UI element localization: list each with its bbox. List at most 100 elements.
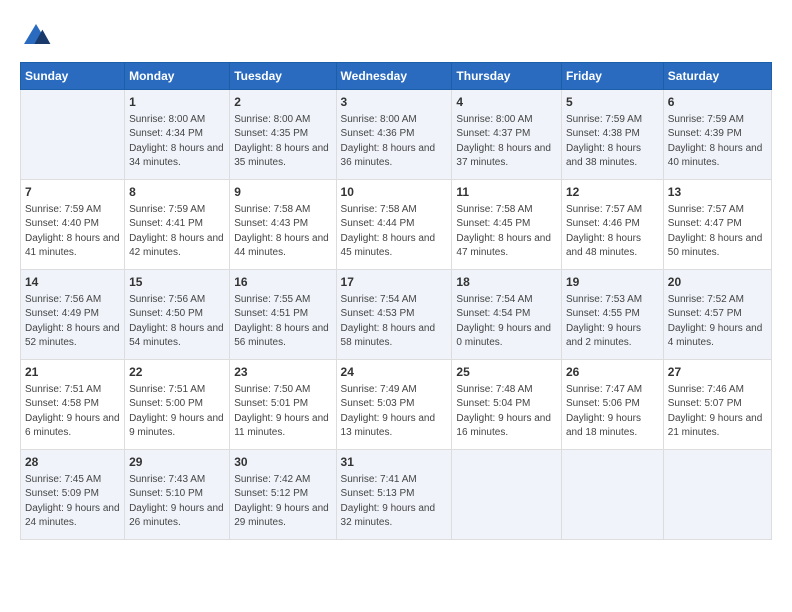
calendar-cell bbox=[452, 450, 562, 540]
calendar-week-row: 21Sunrise: 7:51 AMSunset: 4:58 PMDayligh… bbox=[21, 360, 772, 450]
calendar-cell: 14 Sunrise: 7:56 AMSunset: 4:49 PMDayligh… bbox=[21, 270, 125, 360]
logo bbox=[20, 20, 56, 52]
day-number: 9 bbox=[234, 184, 331, 201]
day-number: 31 bbox=[341, 454, 448, 471]
logo-icon bbox=[20, 20, 52, 52]
day-number: 2 bbox=[234, 94, 331, 111]
header-day-thursday: Thursday bbox=[452, 63, 562, 90]
calendar-week-row: 14 Sunrise: 7:56 AMSunset: 4:49 PMDayligh… bbox=[21, 270, 772, 360]
day-info: Sunrise: 8:00 AMSunset: 4:34 PMDaylight:… bbox=[129, 113, 225, 171]
day-number: 24 bbox=[341, 364, 448, 381]
day-info: Sunrise: 7:57 AMSunset: 4:47 PMDaylight:… bbox=[668, 203, 767, 261]
day-info: Sunrise: 7:55 AMSunset: 4:51 PMDaylight:… bbox=[234, 293, 331, 351]
day-info: Sunrise: 7:59 AMSunset: 4:38 PMDaylight:… bbox=[566, 113, 659, 171]
header-day-tuesday: Tuesday bbox=[230, 63, 336, 90]
calendar-cell: 31 Sunrise: 7:41 AMSunset: 5:13 PMDayligh… bbox=[336, 450, 452, 540]
day-info: Sunrise: 8:00 AMSunset: 4:35 PMDaylight:… bbox=[234, 113, 331, 171]
calendar-cell: 11 Sunrise: 7:58 AMSunset: 4:45 PMDayligh… bbox=[452, 180, 562, 270]
calendar-cell: 22 Sunrise: 7:51 AMSunset: 5:00 PMDayligh… bbox=[125, 360, 230, 450]
calendar-cell: 26Sunrise: 7:47 AMSunset: 5:06 PMDayligh… bbox=[561, 360, 663, 450]
day-number: 18 bbox=[456, 274, 557, 291]
day-number: 6 bbox=[668, 94, 767, 111]
day-number: 10 bbox=[341, 184, 448, 201]
header-day-sunday: Sunday bbox=[21, 63, 125, 90]
day-number: 23 bbox=[234, 364, 331, 381]
calendar-table: SundayMondayTuesdayWednesdayThursdayFrid… bbox=[20, 62, 772, 540]
day-info: Sunrise: 7:57 AMSunset: 4:46 PMDaylight:… bbox=[566, 203, 659, 261]
day-number: 28 bbox=[25, 454, 120, 471]
calendar-cell: 23 Sunrise: 7:50 AMSunset: 5:01 PMDayligh… bbox=[230, 360, 336, 450]
day-info: Sunrise: 7:47 AMSunset: 5:06 PMDaylight:… bbox=[566, 383, 659, 441]
day-number: 1 bbox=[129, 94, 225, 111]
calendar-cell: 15 Sunrise: 7:56 AMSunset: 4:50 PMDayligh… bbox=[125, 270, 230, 360]
day-number: 27 bbox=[668, 364, 767, 381]
calendar-cell: 10Sunrise: 7:58 AMSunset: 4:44 PMDayligh… bbox=[336, 180, 452, 270]
day-info: Sunrise: 7:48 AMSunset: 5:04 PMDaylight:… bbox=[456, 383, 557, 441]
day-info: Sunrise: 7:56 AMSunset: 4:49 PMDaylight:… bbox=[25, 293, 120, 351]
day-info: Sunrise: 7:59 AMSunset: 4:40 PMDaylight:… bbox=[25, 203, 120, 261]
day-number: 15 bbox=[129, 274, 225, 291]
day-info: Sunrise: 7:53 AMSunset: 4:55 PMDaylight:… bbox=[566, 293, 659, 351]
header-day-wednesday: Wednesday bbox=[336, 63, 452, 90]
calendar-cell: 2 Sunrise: 8:00 AMSunset: 4:35 PMDaylight… bbox=[230, 90, 336, 180]
day-number: 4 bbox=[456, 94, 557, 111]
calendar-week-row: 7Sunrise: 7:59 AMSunset: 4:40 PMDaylight… bbox=[21, 180, 772, 270]
day-info: Sunrise: 7:45 AMSunset: 5:09 PMDaylight:… bbox=[25, 473, 120, 531]
day-number: 30 bbox=[234, 454, 331, 471]
calendar-header-row: SundayMondayTuesdayWednesdayThursdayFrid… bbox=[21, 63, 772, 90]
calendar-cell: 6 Sunrise: 7:59 AMSunset: 4:39 PMDaylight… bbox=[663, 90, 771, 180]
day-number: 17 bbox=[341, 274, 448, 291]
day-info: Sunrise: 7:58 AMSunset: 4:43 PMDaylight:… bbox=[234, 203, 331, 261]
calendar-cell: 24 Sunrise: 7:49 AMSunset: 5:03 PMDayligh… bbox=[336, 360, 452, 450]
calendar-week-row: 28 Sunrise: 7:45 AMSunset: 5:09 PMDayligh… bbox=[21, 450, 772, 540]
day-info: Sunrise: 7:49 AMSunset: 5:03 PMDaylight:… bbox=[341, 383, 448, 441]
calendar-cell: 21Sunrise: 7:51 AMSunset: 4:58 PMDayligh… bbox=[21, 360, 125, 450]
day-info: Sunrise: 7:51 AMSunset: 5:00 PMDaylight:… bbox=[129, 383, 225, 441]
day-number: 25 bbox=[456, 364, 557, 381]
calendar-cell bbox=[21, 90, 125, 180]
day-number: 29 bbox=[129, 454, 225, 471]
day-number: 21 bbox=[25, 364, 120, 381]
calendar-cell: 30 Sunrise: 7:42 AMSunset: 5:12 PMDayligh… bbox=[230, 450, 336, 540]
calendar-cell: 19 Sunrise: 7:53 AMSunset: 4:55 PMDayligh… bbox=[561, 270, 663, 360]
day-info: Sunrise: 7:54 AMSunset: 4:54 PMDaylight:… bbox=[456, 293, 557, 351]
calendar-cell: 1 Sunrise: 8:00 AMSunset: 4:34 PMDaylight… bbox=[125, 90, 230, 180]
day-info: Sunrise: 7:59 AMSunset: 4:39 PMDaylight:… bbox=[668, 113, 767, 171]
calendar-cell: 12 Sunrise: 7:57 AMSunset: 4:46 PMDayligh… bbox=[561, 180, 663, 270]
day-number: 16 bbox=[234, 274, 331, 291]
day-info: Sunrise: 7:59 AMSunset: 4:41 PMDaylight:… bbox=[129, 203, 225, 261]
day-info: Sunrise: 7:52 AMSunset: 4:57 PMDaylight:… bbox=[668, 293, 767, 351]
day-number: 22 bbox=[129, 364, 225, 381]
day-info: Sunrise: 7:46 AMSunset: 5:07 PMDaylight:… bbox=[668, 383, 767, 441]
header-day-monday: Monday bbox=[125, 63, 230, 90]
day-number: 8 bbox=[129, 184, 225, 201]
day-info: Sunrise: 7:42 AMSunset: 5:12 PMDaylight:… bbox=[234, 473, 331, 531]
calendar-cell: 3Sunrise: 8:00 AMSunset: 4:36 PMDaylight… bbox=[336, 90, 452, 180]
day-info: Sunrise: 8:00 AMSunset: 4:36 PMDaylight:… bbox=[341, 113, 448, 171]
day-number: 12 bbox=[566, 184, 659, 201]
day-number: 5 bbox=[566, 94, 659, 111]
calendar-cell bbox=[561, 450, 663, 540]
calendar-cell: 13Sunrise: 7:57 AMSunset: 4:47 PMDayligh… bbox=[663, 180, 771, 270]
day-info: Sunrise: 7:41 AMSunset: 5:13 PMDaylight:… bbox=[341, 473, 448, 531]
header-day-saturday: Saturday bbox=[663, 63, 771, 90]
header-day-friday: Friday bbox=[561, 63, 663, 90]
day-number: 20 bbox=[668, 274, 767, 291]
calendar-cell: 28 Sunrise: 7:45 AMSunset: 5:09 PMDayligh… bbox=[21, 450, 125, 540]
calendar-cell: 25 Sunrise: 7:48 AMSunset: 5:04 PMDayligh… bbox=[452, 360, 562, 450]
day-number: 19 bbox=[566, 274, 659, 291]
day-info: Sunrise: 7:54 AMSunset: 4:53 PMDaylight:… bbox=[341, 293, 448, 351]
calendar-cell: 8 Sunrise: 7:59 AMSunset: 4:41 PMDaylight… bbox=[125, 180, 230, 270]
day-number: 11 bbox=[456, 184, 557, 201]
calendar-cell: 16 Sunrise: 7:55 AMSunset: 4:51 PMDayligh… bbox=[230, 270, 336, 360]
day-info: Sunrise: 7:43 AMSunset: 5:10 PMDaylight:… bbox=[129, 473, 225, 531]
day-info: Sunrise: 8:00 AMSunset: 4:37 PMDaylight:… bbox=[456, 113, 557, 171]
calendar-cell: 5 Sunrise: 7:59 AMSunset: 4:38 PMDaylight… bbox=[561, 90, 663, 180]
day-number: 14 bbox=[25, 274, 120, 291]
day-info: Sunrise: 7:58 AMSunset: 4:45 PMDaylight:… bbox=[456, 203, 557, 261]
calendar-cell: 7Sunrise: 7:59 AMSunset: 4:40 PMDaylight… bbox=[21, 180, 125, 270]
calendar-week-row: 1 Sunrise: 8:00 AMSunset: 4:34 PMDaylight… bbox=[21, 90, 772, 180]
calendar-cell: 20 Sunrise: 7:52 AMSunset: 4:57 PMDayligh… bbox=[663, 270, 771, 360]
day-info: Sunrise: 7:50 AMSunset: 5:01 PMDaylight:… bbox=[234, 383, 331, 441]
day-info: Sunrise: 7:56 AMSunset: 4:50 PMDaylight:… bbox=[129, 293, 225, 351]
